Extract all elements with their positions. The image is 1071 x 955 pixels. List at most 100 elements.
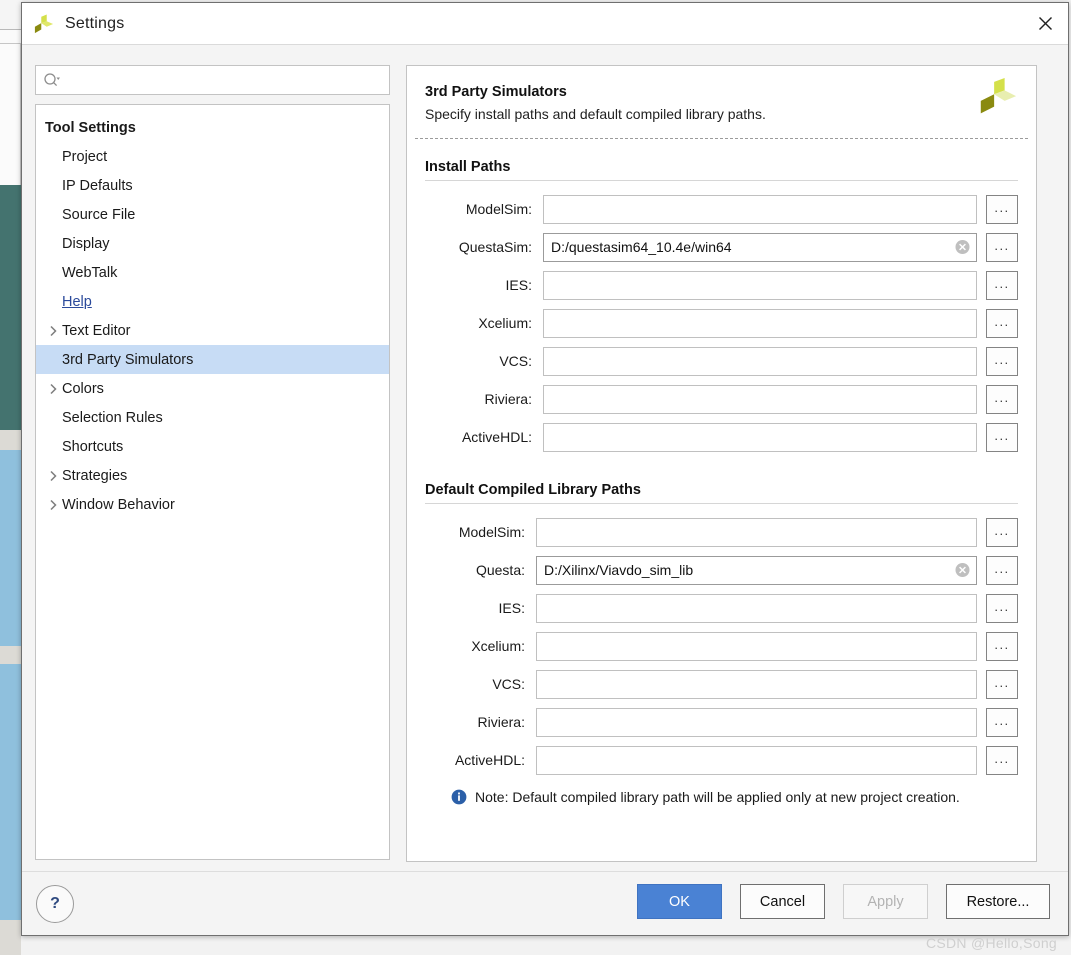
field-label: Xcelium: — [471, 638, 525, 654]
sidebar-item-project[interactable]: Project — [36, 142, 389, 171]
field-row-lib-questa: Questa: ... — [425, 551, 1018, 589]
page-header: 3rd Party Simulators Specify install pat… — [407, 66, 1036, 138]
tree-header-tool-settings: Tool Settings — [36, 113, 389, 142]
browse-button-lib-modelsim[interactable]: ... — [986, 517, 1018, 547]
background-panel-gap-2 — [0, 646, 21, 664]
settings-tree[interactable]: Tool Settings Project IP Defaults Source… — [35, 104, 390, 860]
sidebar-item-label: Colors — [62, 380, 104, 397]
browse-button-install-modelsim[interactable]: ... — [986, 194, 1018, 224]
sidebar-item-selection-rules[interactable]: Selection Rules — [36, 403, 389, 432]
field-label: ModelSim: — [465, 201, 532, 217]
field-label: VCS: — [492, 676, 525, 692]
sidebar-item-ip-defaults[interactable]: IP Defaults — [36, 171, 389, 200]
settings-dialog: Settings Tool Settings Project IP Defaul… — [21, 2, 1069, 936]
install-path-questasim-input[interactable] — [543, 232, 977, 262]
settings-detail-pane: 3rd Party Simulators Specify install pat… — [406, 65, 1037, 862]
lib-path-xcelium-input[interactable] — [536, 631, 977, 661]
background-panel-lightblue-2 — [0, 664, 21, 920]
install-path-xcelium-input[interactable] — [543, 308, 977, 338]
sidebar-item-webtalk[interactable]: WebTalk — [36, 258, 389, 287]
sidebar-item-colors[interactable]: Colors — [36, 374, 389, 403]
chevron-right-icon[interactable] — [44, 383, 62, 395]
clear-icon[interactable] — [955, 240, 970, 255]
install-path-ies-input[interactable] — [543, 270, 977, 300]
field-row-lib-vcs: VCS: ... — [425, 665, 1018, 703]
close-icon[interactable] — [1022, 3, 1068, 44]
browse-button-install-activehdl[interactable]: ... — [986, 422, 1018, 452]
sidebar-item-3rd-party-simulators[interactable]: 3rd Party Simulators — [36, 345, 389, 374]
clear-icon[interactable] — [955, 563, 970, 578]
field-label: Riviera: — [484, 391, 532, 407]
field-input-wrap — [536, 593, 977, 623]
field-label: Xcelium: — [478, 315, 532, 331]
lib-path-vcs-input[interactable] — [536, 669, 977, 699]
browse-button-lib-questa[interactable]: ... — [986, 555, 1018, 585]
help-button[interactable]: ? — [36, 885, 74, 923]
sidebar-item-label: 3rd Party Simulators — [62, 351, 194, 368]
field-input-wrap — [536, 669, 977, 699]
browse-button-lib-ies[interactable]: ... — [986, 593, 1018, 623]
field-row-install-xcelium: Xcelium: ... — [425, 304, 1018, 342]
lib-path-ies-input[interactable] — [536, 593, 977, 623]
field-input-wrap — [543, 232, 977, 262]
lib-path-activehdl-input[interactable] — [536, 745, 977, 775]
lib-path-questa-input[interactable] — [536, 555, 977, 585]
sidebar-item-label: WebTalk — [62, 264, 118, 281]
lib-path-modelsim-input[interactable] — [536, 517, 977, 547]
note-text: Note: Default compiled library path will… — [475, 789, 960, 805]
browse-button-install-riviera[interactable]: ... — [986, 384, 1018, 414]
field-row-lib-modelsim: ModelSim: ... — [425, 513, 1018, 551]
chevron-right-icon[interactable] — [44, 470, 62, 482]
dialog-body: Tool Settings Project IP Defaults Source… — [22, 45, 1068, 873]
compiled-library-paths-rule — [425, 503, 1018, 504]
sidebar-item-label: Project — [62, 148, 108, 165]
install-path-modelsim-input[interactable] — [543, 194, 977, 224]
ok-button[interactable]: OK — [637, 884, 722, 919]
field-label: ActiveHDL: — [454, 752, 525, 768]
field-input-wrap — [543, 270, 977, 300]
browse-button-install-xcelium[interactable]: ... — [986, 308, 1018, 338]
browse-button-lib-xcelium[interactable]: ... — [986, 631, 1018, 661]
background-toolbar-sliver — [0, 0, 22, 30]
field-row-install-questasim: QuestaSim: ... — [425, 228, 1018, 266]
sidebar-item-strategies[interactable]: Strategies — [36, 461, 389, 490]
sidebar-item-window-behavior[interactable]: Window Behavior — [36, 490, 389, 519]
install-path-activehdl-input[interactable] — [543, 422, 977, 452]
page-subtitle: Specify install paths and default compil… — [425, 106, 766, 122]
background-panel-gap-3 — [0, 920, 21, 955]
restore-button[interactable]: Restore... — [946, 884, 1050, 919]
sidebar-item-display[interactable]: Display — [36, 229, 389, 258]
field-row-install-riviera: Riviera: ... — [425, 380, 1018, 418]
search-box[interactable] — [35, 65, 390, 95]
browse-button-install-questasim[interactable]: ... — [986, 232, 1018, 262]
sidebar-item-label[interactable]: Help — [62, 294, 92, 310]
sidebar-item-label: Window Behavior — [62, 496, 175, 513]
browse-button-install-ies[interactable]: ... — [986, 270, 1018, 300]
sidebar-item-help[interactable]: Help — [36, 287, 389, 316]
field-label: IES: — [505, 277, 532, 293]
browse-button-lib-activehdl[interactable]: ... — [986, 745, 1018, 775]
sidebar-item-label: Text Editor — [62, 322, 131, 339]
browse-button-lib-riviera[interactable]: ... — [986, 707, 1018, 737]
background-panel-edge — [0, 44, 21, 185]
field-row-lib-riviera: Riviera: ... — [425, 703, 1018, 741]
browse-button-lib-vcs[interactable]: ... — [986, 669, 1018, 699]
page-title: 3rd Party Simulators — [425, 84, 567, 100]
install-paths-title: Install Paths — [425, 159, 511, 175]
lib-path-riviera-input[interactable] — [536, 707, 977, 737]
install-path-vcs-input[interactable] — [543, 346, 977, 376]
watermark: CSDN @Hello,Song — [925, 935, 1057, 951]
field-row-lib-activehdl: ActiveHDL: ... — [425, 741, 1018, 779]
sidebar-item-label: IP Defaults — [62, 177, 133, 194]
sidebar-item-shortcuts[interactable]: Shortcuts — [36, 432, 389, 461]
chevron-right-icon[interactable] — [44, 325, 62, 337]
browse-button-install-vcs[interactable]: ... — [986, 346, 1018, 376]
install-path-riviera-input[interactable] — [543, 384, 977, 414]
sidebar-item-text-editor[interactable]: Text Editor — [36, 316, 389, 345]
cancel-button[interactable]: Cancel — [740, 884, 825, 919]
field-label: VCS: — [499, 353, 532, 369]
chevron-right-icon[interactable] — [44, 499, 62, 511]
sidebar-item-source-file[interactable]: Source File — [36, 200, 389, 229]
compiled-library-paths-title: Default Compiled Library Paths — [425, 482, 641, 498]
search-input[interactable] — [61, 65, 389, 95]
